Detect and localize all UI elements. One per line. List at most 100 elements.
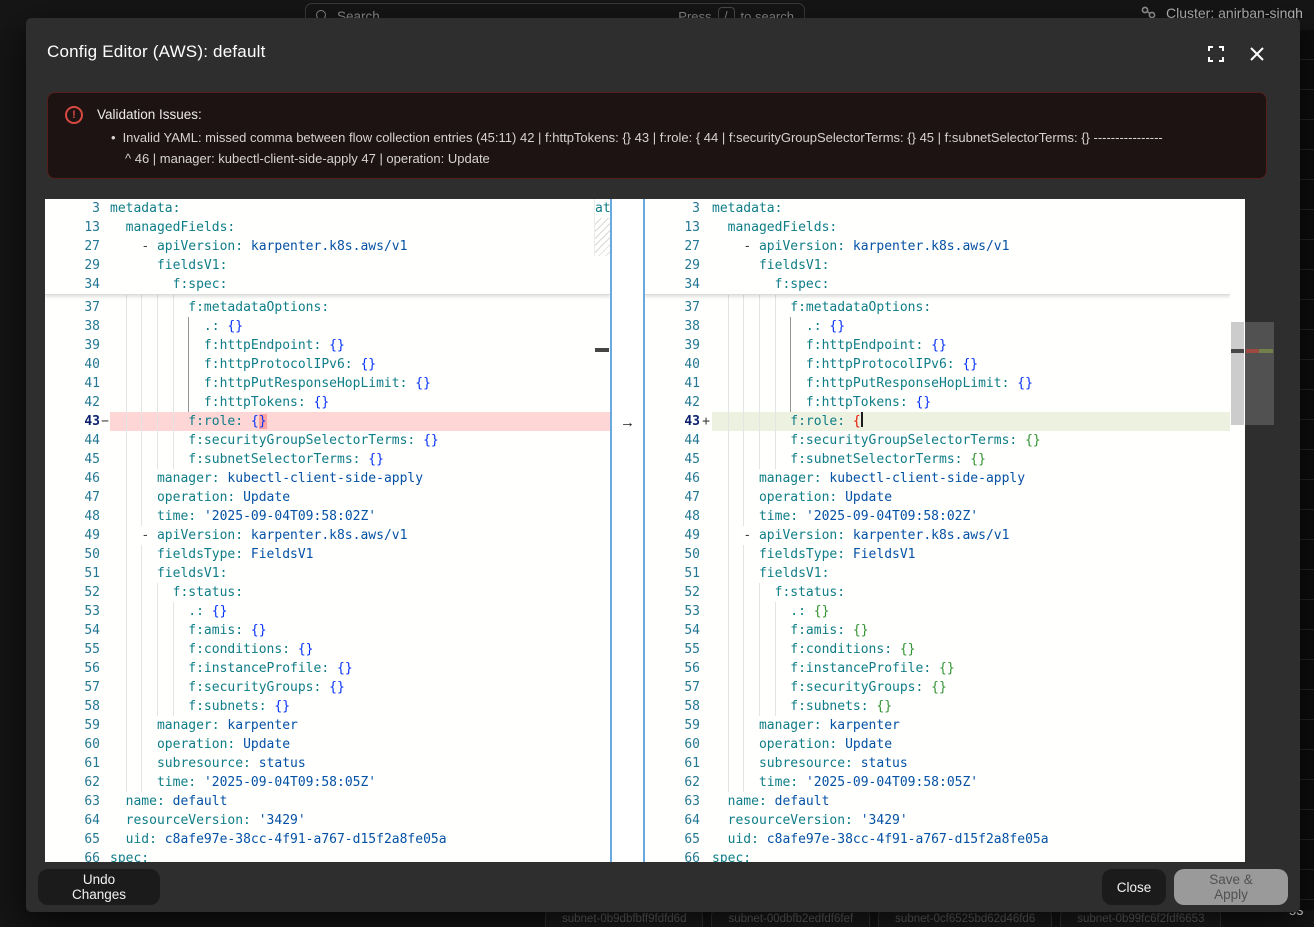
- line-number: 51: [645, 564, 700, 583]
- code-line[interactable]: 52 f:status:: [645, 583, 1230, 602]
- sticky-line[interactable]: 3metadata:: [645, 199, 1230, 218]
- sticky-line[interactable]: 29 fieldsV1:: [45, 256, 610, 275]
- code-line[interactable]: 38 .: {}: [645, 317, 1230, 336]
- code-line[interactable]: 42 f:httpTokens: {}: [45, 393, 610, 412]
- sticky-header[interactable]: 3metadata:13 managedFields:27 - apiVersi…: [645, 199, 1230, 295]
- code-line[interactable]: 49 - apiVersion: karpenter.k8s.aws/v1: [645, 526, 1230, 545]
- scrollbar-thumb[interactable]: [1231, 322, 1244, 425]
- code-line[interactable]: 38 .: {}: [45, 317, 610, 336]
- code-line[interactable]: 58 f:subnets: {}: [645, 697, 1230, 716]
- code-line[interactable]: 59 manager: karpenter: [45, 716, 610, 735]
- line-number: 44: [645, 431, 700, 450]
- code-line[interactable]: 37 f:metadataOptions:: [645, 298, 1230, 317]
- code-line[interactable]: 64 resourceVersion: '3429': [45, 811, 610, 830]
- sticky-line[interactable]: 13 managedFields:: [645, 218, 1230, 237]
- code-line[interactable]: 54 f:amis: {}: [645, 621, 1230, 640]
- code-line[interactable]: 64 resourceVersion: '3429': [645, 811, 1230, 830]
- code-line[interactable]: 52 f:status:: [45, 583, 610, 602]
- code-line[interactable]: 55 f:conditions: {}: [645, 640, 1230, 659]
- fullscreen-button[interactable]: [1206, 44, 1226, 64]
- code-line[interactable]: 41 f:httpPutResponseHopLimit: {}: [45, 374, 610, 393]
- undo-changes-button[interactable]: Undo Changes: [38, 869, 160, 905]
- code-line[interactable]: 50 fieldsType: FieldsV1: [45, 545, 610, 564]
- code-line[interactable]: 51 fieldsV1:: [45, 564, 610, 583]
- sticky-line[interactable]: 29 fieldsV1:: [645, 256, 1230, 275]
- code-line[interactable]: 37 f:metadataOptions:: [45, 298, 610, 317]
- code-line[interactable]: 42 f:httpTokens: {}: [645, 393, 1230, 412]
- code-line[interactable]: 56 f:instanceProfile: {}: [645, 659, 1230, 678]
- indent-guide: [173, 640, 174, 659]
- code-line[interactable]: 48 time: '2025-09-04T09:58:02Z': [45, 507, 610, 526]
- code-line[interactable]: 40 f:httpProtocolIPv6: {}: [645, 355, 1230, 374]
- token: fieldsType:: [759, 547, 845, 562]
- modified-editor[interactable]: 36 f:amiSelectorTerms: {}37 f:metadataOp…: [645, 199, 1230, 862]
- sticky-header[interactable]: 3metadata:13 managedFields:27 - apiVersi…: [45, 199, 610, 295]
- code-line[interactable]: 60 operation: Update: [45, 735, 610, 754]
- overview-viewport[interactable]: [1245, 322, 1274, 425]
- code-line[interactable]: 47 operation: Update: [645, 488, 1230, 507]
- code-line[interactable]: 44 f:securityGroupSelectorTerms: {}: [45, 431, 610, 450]
- code-line[interactable]: 45 f:subnetSelectorTerms: {}: [45, 450, 610, 469]
- code-line[interactable]: 49 - apiVersion: karpenter.k8s.aws/v1: [45, 526, 610, 545]
- code-line[interactable]: 65 uid: c8afe97e-38cc-4f91-a767-d15f2a8f…: [645, 830, 1230, 849]
- code-line[interactable]: 61 subresource: status: [45, 754, 610, 773]
- code-line[interactable]: 43− f:role: {}: [45, 412, 610, 431]
- diff-overview-ruler[interactable]: [1245, 199, 1275, 862]
- code-line[interactable]: 62 time: '2025-09-04T09:58:05Z': [45, 773, 610, 792]
- code-line[interactable]: 57 f:securityGroups: {}: [645, 678, 1230, 697]
- code-line[interactable]: 62 time: '2025-09-04T09:58:05Z': [645, 773, 1230, 792]
- code-line[interactable]: 66spec:: [45, 849, 610, 862]
- sticky-line[interactable]: 3metadata:: [45, 199, 610, 218]
- original-editor[interactable]: 36 f:amiSelectorTerms: {}37 f:metadataOp…: [45, 199, 610, 862]
- code-line[interactable]: 53 .: {}: [45, 602, 610, 621]
- code-line[interactable]: 59 manager: karpenter: [645, 716, 1230, 735]
- diff-marker: [100, 374, 110, 393]
- code-line[interactable]: 57 f:securityGroups: {}: [45, 678, 610, 697]
- code-line[interactable]: 43+ f:role: {: [645, 412, 1230, 431]
- code-line[interactable]: 65 uid: c8afe97e-38cc-4f91-a767-d15f2a8f…: [45, 830, 610, 849]
- close-button[interactable]: [1247, 44, 1267, 64]
- sticky-line[interactable]: 27 - apiVersion: karpenter.k8s.aws/v1: [645, 237, 1230, 256]
- code-line[interactable]: 40 f:httpProtocolIPv6: {}: [45, 355, 610, 374]
- token: {: [853, 414, 861, 429]
- code-line[interactable]: 63 name: default: [645, 792, 1230, 811]
- indent-guide: [157, 697, 158, 716]
- code-line[interactable]: 66spec:: [645, 849, 1230, 862]
- diff-marker: [100, 355, 110, 374]
- code-line[interactable]: 39 f:httpEndpoint: {}: [645, 336, 1230, 355]
- indent-guide: [775, 431, 776, 450]
- code-line[interactable]: 46 manager: kubectl-client-side-apply: [645, 469, 1230, 488]
- code-line[interactable]: 41 f:httpPutResponseHopLimit: {}: [645, 374, 1230, 393]
- sticky-line[interactable]: 34 f:spec:: [645, 275, 1230, 294]
- code-line[interactable]: 47 operation: Update: [45, 488, 610, 507]
- code-line[interactable]: 39 f:httpEndpoint: {}: [45, 336, 610, 355]
- revert-arrow-icon[interactable]: →: [612, 413, 643, 432]
- sticky-line[interactable]: 34 f:spec:: [45, 275, 610, 294]
- indent-guide: [157, 298, 158, 317]
- code-line[interactable]: 51 fieldsV1:: [645, 564, 1230, 583]
- code-line[interactable]: 60 operation: Update: [645, 735, 1230, 754]
- line-content: name: default: [712, 792, 1230, 811]
- editor-scrollbar[interactable]: [1230, 199, 1245, 862]
- code-line[interactable]: 56 f:instanceProfile: {}: [45, 659, 610, 678]
- code-line[interactable]: 48 time: '2025-09-04T09:58:02Z': [645, 507, 1230, 526]
- sticky-line[interactable]: 27 - apiVersion: karpenter.k8s.aws/v1: [45, 237, 610, 256]
- code-line[interactable]: 50 fieldsType: FieldsV1: [645, 545, 1230, 564]
- code-line[interactable]: 54 f:amis: {}: [45, 621, 610, 640]
- code-line[interactable]: 44 f:securityGroupSelectorTerms: {}: [645, 431, 1230, 450]
- token: Update: [845, 737, 892, 752]
- indent-guide: [743, 545, 744, 564]
- close-dialog-button[interactable]: Close: [1102, 869, 1166, 905]
- code-line[interactable]: 46 manager: kubectl-client-side-apply: [45, 469, 610, 488]
- line-content: f:metadataOptions:: [110, 298, 610, 317]
- code-line[interactable]: 53 .: {}: [645, 602, 1230, 621]
- code-line[interactable]: 63 name: default: [45, 792, 610, 811]
- code-line[interactable]: 45 f:subnetSelectorTerms: {}: [645, 450, 1230, 469]
- line-content: - apiVersion: karpenter.k8s.aws/v1: [712, 526, 1230, 545]
- code-line[interactable]: 61 subresource: status: [645, 754, 1230, 773]
- code-line[interactable]: 58 f:subnets: {}: [45, 697, 610, 716]
- sticky-line[interactable]: 13 managedFields:: [45, 218, 610, 237]
- code-line[interactable]: 55 f:conditions: {}: [45, 640, 610, 659]
- save-apply-button[interactable]: Save & Apply: [1174, 869, 1288, 905]
- diff-marker: [100, 431, 110, 450]
